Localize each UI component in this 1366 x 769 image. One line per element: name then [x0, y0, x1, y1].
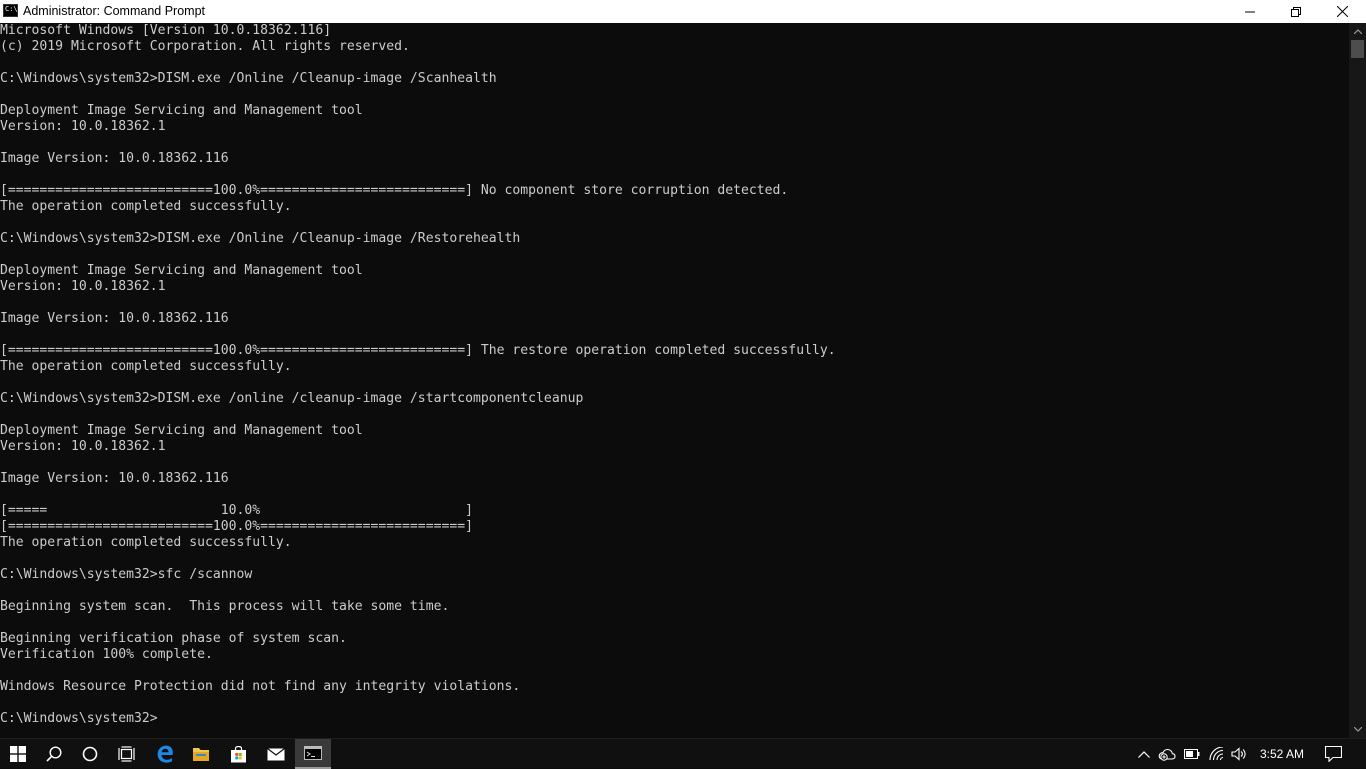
taskbar: 3:52 AM: [0, 738, 1366, 769]
chevron-up-icon: [1138, 750, 1150, 758]
console-line: Image Version: 10.0.18362.116: [0, 311, 229, 326]
battery-tray-button[interactable]: [1182, 739, 1202, 769]
battery-icon: [1184, 749, 1200, 759]
show-hidden-icons-button[interactable]: [1134, 739, 1154, 769]
action-center-icon: [1324, 746, 1342, 762]
console-line: [==========================100.0%=======…: [0, 183, 789, 198]
app-icon-label: C:\.: [5, 5, 22, 13]
scroll-thumb[interactable]: [1351, 40, 1364, 58]
console-line: [==========================100.0%=======…: [0, 519, 473, 534]
file-explorer-button[interactable]: [183, 739, 219, 769]
window-title: Administrator: Command Prompt: [23, 4, 206, 18]
console-line: [===== 10.0% ]: [0, 503, 473, 518]
console-line: Deployment Image Servicing and Managemen…: [0, 103, 363, 118]
console-line: Version: 10.0.18362.1: [0, 279, 166, 294]
command-prompt-icon: C:\.: [3, 4, 22, 17]
cortana-circle-icon: [82, 746, 98, 762]
scroll-up-arrow-icon: [1353, 29, 1362, 34]
console-line: Verification 100% complete.: [0, 647, 213, 662]
scroll-down-button[interactable]: [1349, 721, 1366, 738]
edge-icon: [157, 745, 173, 763]
console-line: Deployment Image Servicing and Managemen…: [0, 263, 363, 278]
volume-tray-button[interactable]: [1229, 739, 1249, 769]
console-line: Beginning system scan. This process will…: [0, 599, 450, 614]
console-line: Version: 10.0.18362.1: [0, 119, 166, 134]
console-line: Image Version: 10.0.18362.116: [0, 151, 229, 166]
console-line: Microsoft Windows [Version 10.0.18362.11…: [0, 23, 332, 38]
title-bar[interactable]: C:\. Administrator: Command Prompt: [0, 0, 1366, 23]
onedrive-tray-button[interactable]: [1157, 739, 1177, 769]
action-center-button[interactable]: [1322, 739, 1344, 769]
console-line: C:\Windows\system32>: [0, 711, 158, 726]
console-line: (c) 2019 Microsoft Corporation. All righ…: [0, 39, 410, 54]
mail-button[interactable]: [258, 739, 294, 769]
console-line: C:\Windows\system32>DISM.exe /online /cl…: [0, 391, 584, 406]
store-bag-icon: [230, 745, 246, 762]
console-line: C:\Windows\system32>DISM.exe /Online /Cl…: [0, 71, 497, 86]
console-line: Windows Resource Protection did not find…: [0, 679, 521, 694]
mail-icon: [267, 747, 285, 760]
task-view-icon: [117, 746, 135, 762]
minimize-icon: [1245, 11, 1255, 12]
wifi-icon: [1209, 747, 1224, 761]
console-output[interactable]: Microsoft Windows [Version 10.0.18362.11…: [0, 23, 1349, 738]
start-button[interactable]: [0, 739, 36, 769]
console-line: Version: 10.0.18362.1: [0, 439, 166, 454]
volume-icon: [1231, 747, 1246, 761]
close-button[interactable]: [1319, 0, 1365, 23]
folder-icon: [193, 747, 209, 761]
console-line: Image Version: 10.0.18362.116: [0, 471, 229, 486]
search-icon: [46, 746, 62, 762]
command-prompt-icon: [304, 746, 322, 760]
console-line: Beginning verification phase of system s…: [0, 631, 347, 646]
minimize-button[interactable]: [1227, 0, 1273, 23]
store-button[interactable]: [220, 739, 256, 769]
console-line: [==========================100.0%=======…: [0, 343, 836, 358]
command-prompt-button[interactable]: [295, 739, 331, 769]
search-button[interactable]: [36, 739, 72, 769]
console-line: C:\Windows\system32>sfc /scannow: [0, 567, 253, 582]
console-line: The operation completed successfully.: [0, 535, 292, 550]
console-line: The operation completed successfully.: [0, 359, 292, 374]
console-text: Microsoft Windows [Version 10.0.18362.11…: [0, 23, 836, 727]
console-line: Deployment Image Servicing and Managemen…: [0, 423, 363, 438]
cortana-button[interactable]: [72, 739, 108, 769]
onedrive-icon: [1158, 748, 1176, 761]
network-tray-button[interactable]: [1207, 739, 1227, 769]
restore-icon: [1291, 6, 1301, 17]
edge-button[interactable]: [147, 739, 183, 769]
vertical-scrollbar[interactable]: [1349, 23, 1366, 738]
task-view-button[interactable]: [108, 739, 144, 769]
restore-button[interactable]: [1273, 0, 1319, 23]
windows-logo-icon: [10, 746, 26, 762]
scroll-up-button[interactable]: [1349, 23, 1366, 40]
console-line: C:\Windows\system32>DISM.exe /Online /Cl…: [0, 231, 521, 246]
close-icon: [1336, 6, 1348, 17]
console-line: The operation completed successfully.: [0, 199, 292, 214]
clock[interactable]: 3:52 AM: [1254, 739, 1310, 769]
scroll-down-arrow-icon: [1353, 727, 1362, 732]
